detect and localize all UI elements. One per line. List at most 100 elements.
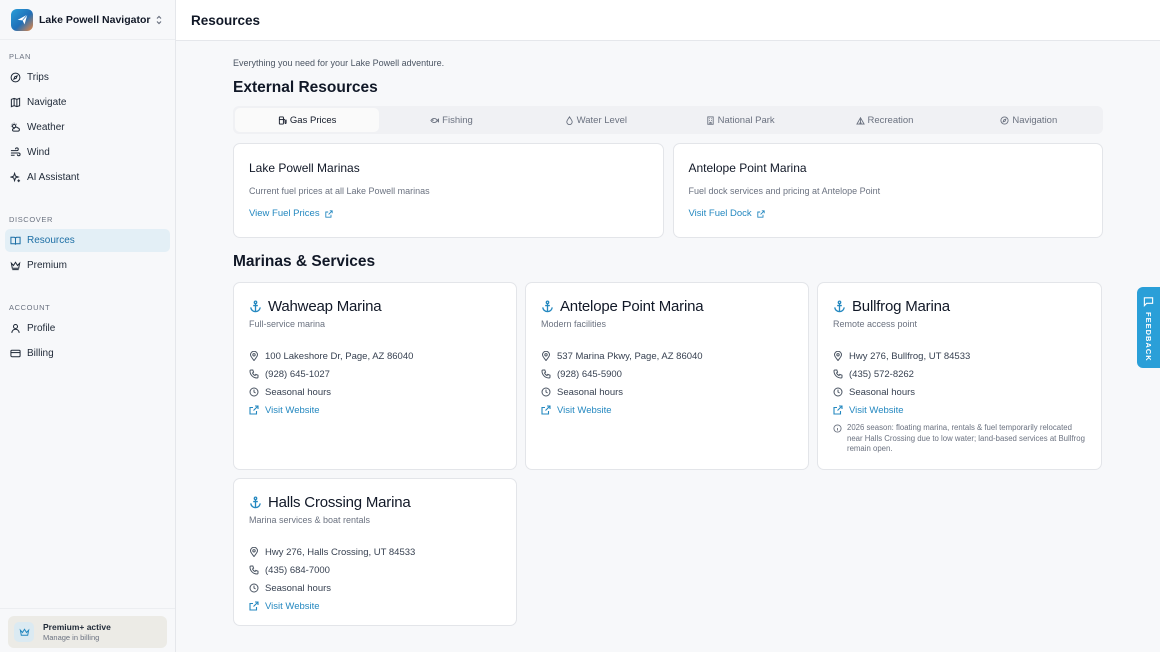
page-title: Resources — [191, 12, 261, 28]
card-description: Fuel dock services and pricing at Antelo… — [688, 186, 881, 196]
tab-recreation[interactable]: Recreation — [812, 108, 956, 132]
visit-website-link[interactable]: Visit Website — [541, 401, 793, 419]
feedback-tab[interactable]: FEEDBACK — [1137, 287, 1160, 368]
marina-phone: (928) 645-1027 — [249, 365, 501, 383]
feedback-label: FEEDBACK — [1144, 312, 1153, 362]
tab-fishing[interactable]: Fishing — [379, 108, 523, 132]
crown-icon — [10, 261, 21, 271]
sidebar-item-navigate[interactable]: Navigate — [5, 91, 170, 114]
marina-address: 537 Marina Pkwy, Page, AZ 86040 — [541, 347, 793, 365]
sidebar-item-label: Resources — [27, 235, 75, 246]
sidebar-item-trips[interactable]: Trips — [5, 66, 170, 89]
external-card-antelope-point: Antelope Point Marina Fuel dock services… — [672, 143, 1103, 238]
card-title: Lake Powell Marinas — [249, 161, 360, 175]
marina-address: 100 Lakeshore Dr, Page, AZ 86040 — [249, 347, 501, 365]
fuel-icon — [278, 115, 287, 125]
tab-national-park[interactable]: National Park — [668, 108, 812, 132]
sidebar-item-resources[interactable]: Resources — [5, 229, 170, 252]
address-text: 100 Lakeshore Dr, Page, AZ 86040 — [265, 350, 414, 362]
hours-text: Seasonal hours — [265, 582, 332, 594]
book-icon — [10, 236, 21, 245]
address-text: 537 Marina Pkwy, Page, AZ 86040 — [557, 350, 703, 362]
phone-icon — [249, 565, 259, 575]
tab-water-level[interactable]: Water Level — [524, 108, 668, 132]
phone-text: (928) 645-1027 — [265, 368, 330, 380]
section-label-plan: PLAN — [9, 52, 31, 61]
crown-icon — [14, 622, 34, 642]
marinas-heading: Marinas & Services — [233, 253, 376, 270]
sidebar-item-profile[interactable]: Profile — [5, 317, 170, 340]
card-title: Antelope Point Marina — [688, 161, 807, 175]
visit-website-link[interactable]: Visit Website — [833, 401, 1086, 419]
marina-season-note: 2026 season: floating marina, rentals & … — [833, 423, 1086, 455]
visit-website-link[interactable]: Visit Website — [249, 597, 501, 615]
map-pin-icon — [541, 351, 551, 361]
sidebar-item-label: Navigate — [27, 97, 67, 108]
external-link-icon — [249, 405, 259, 415]
sidebar-item-label: Profile — [27, 323, 56, 334]
sidebar-item-weather[interactable]: Weather — [5, 116, 170, 139]
link-label: View Fuel Prices — [249, 208, 320, 219]
marina-card-antelope-point-marina: Antelope Point Marina Modern facilities 53… — [525, 282, 809, 470]
section-label-account: ACCOUNT — [9, 303, 51, 312]
credit-card-icon — [10, 349, 21, 358]
hours-text: Seasonal hours — [849, 386, 916, 398]
tab-label: Water Level — [576, 114, 627, 126]
sidebar-item-ai-assistant[interactable]: AI Assistant — [5, 166, 170, 189]
external-link-icon — [541, 405, 551, 415]
tab-label: Fishing — [442, 114, 473, 126]
address-text: Hwy 276, Bullfrog, UT 84533 — [849, 350, 971, 362]
sidebar-item-label: AI Assistant — [27, 172, 80, 183]
external-card-lake-powell-marinas: Lake Powell Marinas Current fuel prices … — [233, 143, 664, 238]
visit-website-link[interactable]: Visit Website — [249, 401, 501, 419]
marina-hours: Seasonal hours — [249, 579, 501, 597]
user-icon — [11, 323, 20, 333]
hours-text: Seasonal hours — [557, 386, 624, 398]
link-label: Visit Fuel Dock — [688, 208, 752, 219]
tab-gas-prices[interactable]: Gas Prices — [235, 108, 380, 132]
compass-icon — [10, 72, 21, 83]
marina-phone: (928) 645-5900 — [541, 365, 793, 383]
app-switcher[interactable]: Lake Powell Navigator — [0, 0, 175, 40]
sidebar-item-billing[interactable]: Billing — [5, 342, 170, 365]
tab-label: Gas Prices — [289, 114, 337, 126]
section-label-discover: DISCOVER — [9, 215, 53, 224]
compass-icon — [1000, 115, 1009, 125]
sidebar-item-label: Wind — [27, 147, 50, 158]
marina-name: Antelope Point Marina — [560, 298, 704, 315]
link-label: Visit Website — [557, 404, 612, 416]
hours-text: Seasonal hours — [265, 386, 332, 398]
page-intro: Everything you need for your Lake Powell… — [233, 58, 445, 68]
sidebar: Lake Powell Navigator PLAN Trips Navigat… — [0, 0, 176, 652]
link-label: Visit Website — [849, 404, 904, 416]
sidebar-item-label: Billing — [27, 348, 54, 359]
marina-name: Halls Crossing Marina — [268, 494, 411, 511]
sidebar-item-wind[interactable]: Wind — [5, 141, 170, 164]
marina-card-halls-crossing-marina: Halls Crossing Marina Marina services & b… — [233, 478, 517, 626]
map-pin-icon — [833, 351, 843, 361]
marina-address: Hwy 276, Halls Crossing, UT 84533 — [249, 543, 501, 561]
top-bar: Resources — [176, 0, 1160, 41]
premium-status-card[interactable]: Premium+ active Manage in billing — [8, 616, 167, 648]
tab-navigation[interactable]: Navigation — [957, 108, 1101, 132]
clock-icon — [833, 387, 843, 397]
visit-fuel-dock-link[interactable]: Visit Fuel Dock — [689, 208, 765, 219]
marina-name: Wahweap Marina — [268, 298, 382, 315]
marina-phone: (435) 572-8262 — [833, 365, 1086, 383]
premium-status-title: Premium+ active — [43, 622, 111, 632]
sidebar-item-premium[interactable]: Premium — [5, 254, 170, 277]
sidebar-item-label: Trips — [27, 72, 49, 83]
external-link-icon — [757, 209, 765, 218]
chevron-up-down-icon — [156, 15, 162, 24]
info-icon — [833, 424, 842, 433]
marina-hours: Seasonal hours — [249, 383, 501, 401]
external-link-icon — [324, 209, 333, 218]
view-fuel-prices-link[interactable]: View Fuel Prices — [249, 208, 333, 219]
map-icon — [10, 97, 21, 108]
anchor-icon — [542, 300, 553, 313]
address-text: Hwy 276, Halls Crossing, UT 84533 — [265, 546, 416, 558]
map-pin-icon — [249, 547, 259, 557]
phone-text: (435) 684-7000 — [265, 564, 330, 576]
card-description: Current fuel prices at all Lake Powell m… — [249, 186, 430, 196]
marina-header: Bullfrog Marina — [833, 298, 1086, 315]
